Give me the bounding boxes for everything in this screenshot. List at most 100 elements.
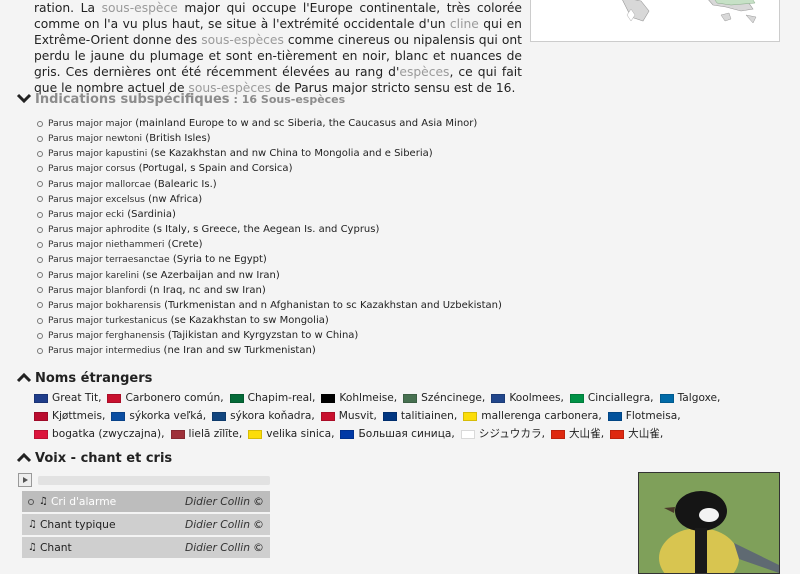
flag-cn-icon: [610, 429, 625, 439]
voice-header[interactable]: Voix - chant et cris: [16, 451, 172, 466]
bullet-icon: [37, 181, 43, 188]
bird-photo-graphic: [639, 473, 779, 573]
subspecies-sci-name[interactable]: Parus major aphrodite: [48, 222, 150, 237]
flag-lv-icon: [170, 429, 185, 439]
foreign-names-title: Noms étrangers: [35, 371, 153, 386]
foreign-name-item: Большая синица,: [340, 427, 455, 443]
link-sous-especes[interactable]: sous-espèces: [201, 33, 284, 47]
copyright-icon[interactable]: ©: [253, 541, 264, 554]
foreign-name-text: Carbonero común,: [125, 392, 224, 404]
link-cline[interactable]: cline: [450, 17, 479, 31]
flag-is-icon: [607, 412, 622, 421]
foreign-name-item: Carbonero común,: [107, 391, 224, 407]
bullet-icon: [37, 135, 43, 142]
flag-no-icon: [34, 412, 48, 421]
flag-sk-icon: [111, 412, 126, 421]
subspecies-range: (Portugal, s Spain and Corsica): [138, 163, 293, 175]
foreign-name-text: Talgoxe,: [677, 392, 721, 404]
subspecies-item: Parus major aphrodite (s Italy, s Greece…: [37, 222, 502, 237]
foreign-name-text: Flotmeisa,: [625, 409, 681, 422]
audio-track-row[interactable]: ♫ Chant typique Didier Collin ©: [22, 514, 270, 535]
subspecies-sci-name[interactable]: Parus major intermedius: [48, 343, 160, 358]
flag-it-icon: [569, 394, 584, 404]
foreign-name-item: Koolmees,: [491, 391, 564, 407]
foreign-name-item: velika sinica,: [248, 427, 334, 443]
subspecies-item: Parus major newtoni (British Isles): [37, 131, 502, 146]
subspecies-sci-name[interactable]: Parus major excelsus: [48, 192, 145, 207]
bullet-icon: [37, 226, 43, 233]
bullet-icon: [37, 120, 43, 127]
current-track-icon: [28, 498, 34, 505]
subspecies-sci-name[interactable]: Parus major mallorcae: [48, 177, 151, 192]
subspecies-item: Parus major kapustini (se Kazakhstan and…: [37, 146, 502, 161]
subspecies-sci-name[interactable]: Parus major karelini: [48, 268, 139, 283]
flag-se-icon: [659, 394, 674, 404]
subspecies-item: Parus major ecki (Sardinia): [37, 207, 502, 222]
subspecies-sci-name[interactable]: Parus major ferghanensis: [48, 328, 165, 343]
audio-progress-bar[interactable]: [38, 476, 270, 485]
voice-title: Voix - chant et cris: [35, 451, 173, 466]
flag-pt-icon: [229, 394, 244, 404]
link-especes[interactable]: espèces: [399, 65, 449, 79]
subspecies-range: (mainland Europe to w and sc Siberia, th…: [135, 118, 478, 129]
flag-cn-icon: [550, 429, 565, 439]
copyright-icon[interactable]: ©: [253, 495, 264, 508]
flag-dk-icon: [320, 412, 335, 421]
subspecies-sci-name[interactable]: Parus major ecki: [48, 207, 124, 222]
subspecies-list: Parus major major (mainland Europe to w …: [37, 116, 502, 359]
flag-hu-icon: [403, 394, 418, 404]
subspecies-item: Parus major blanfordi (n Iraq, nc and sw…: [37, 283, 502, 298]
chevron-up-icon[interactable]: [16, 452, 32, 463]
subspecies-range: (Sardinia): [127, 208, 176, 220]
flag-cz-icon: [212, 412, 227, 421]
subspecies-item: Parus major excelsus (nw Africa): [37, 192, 502, 207]
subspecies-item: Parus major mallorcae (Balearic Is.): [37, 177, 502, 192]
subspecies-sci-name[interactable]: Parus major niethammeri: [48, 237, 164, 252]
foreign-name-text: Great Tit,: [52, 392, 102, 404]
link-sous-espece[interactable]: sous-espèce: [102, 1, 178, 15]
subspecies-sci-name[interactable]: Parus major major: [48, 116, 132, 131]
music-note-icon: ♫: [28, 542, 37, 553]
play-icon[interactable]: [18, 473, 32, 487]
bullet-icon: [37, 347, 43, 354]
copyright-icon[interactable]: ©: [253, 518, 264, 531]
subspecies-range: (Tajikistan and Kyrgyzstan to w China): [167, 330, 359, 342]
foreign-name-item: talitiainen,: [382, 409, 457, 425]
bullet-icon: [37, 211, 43, 218]
subspecies-sci-name[interactable]: Parus major kapustini: [48, 146, 147, 161]
foreign-name-item: Talgoxe,: [659, 391, 721, 407]
foreign-name-item: Great Tit,: [34, 391, 101, 407]
track-author: Didier Collin: [184, 495, 250, 508]
subspecies-range: (nw Africa): [148, 193, 203, 205]
foreign-name-text: sýkora koňadra,: [230, 409, 315, 422]
foreign-name-item: Chapim-real,: [229, 391, 315, 407]
subspecies-sci-name[interactable]: Parus major corsus: [48, 161, 135, 176]
foreign-name-text: Koolmees,: [509, 392, 564, 404]
distribution-map[interactable]: [530, 0, 780, 42]
bullet-icon: [37, 287, 43, 294]
bird-photo[interactable]: [638, 472, 780, 574]
foreign-name-item: Cinciallegra,: [569, 391, 654, 407]
subspecies-sci-name[interactable]: Parus major terraesanctae: [48, 252, 170, 267]
subspecies-sci-name[interactable]: Parus major blanfordi: [48, 283, 146, 298]
subspecies-range: (se Kazakhstan and nw China to Mongolia …: [150, 148, 433, 160]
subspecies-sci-name[interactable]: Parus major newtoni: [48, 131, 142, 146]
foreign-name-item: 大山雀,: [610, 427, 663, 443]
track-name: Chant: [39, 541, 72, 554]
foreign-name-text: Széncinege,: [421, 392, 486, 404]
bullet-icon: [37, 317, 43, 324]
foreign-name-text: mallerenga carbonera,: [481, 409, 602, 422]
subspecies-sci-name[interactable]: Parus major turkestanicus: [48, 313, 167, 328]
chevron-up-icon[interactable]: [16, 372, 32, 383]
audio-track-row[interactable]: ♫ Cri d'alarme Didier Collin ©: [22, 491, 270, 512]
subspecies-sci-name[interactable]: Parus major bokharensis: [48, 298, 161, 313]
chevron-down-icon[interactable]: [16, 93, 32, 104]
foreign-names-header[interactable]: Noms étrangers: [16, 371, 152, 386]
foreign-names-list: Great Tit, Carbonero común, Chapim-real, Ko…: [34, 391, 794, 444]
audio-track-row[interactable]: ♫ Chant Didier Collin ©: [22, 537, 270, 558]
foreign-name-text: lielā zīlīte,: [188, 427, 243, 440]
foreign-name-text: シジュウカラ,: [478, 427, 545, 440]
foreign-name-text: Kohlmeise,: [339, 392, 398, 404]
subspecies-header[interactable]: Indications subspécifiques : 16 Sous-esp…: [16, 92, 345, 107]
flag-pl-icon: [34, 429, 48, 439]
